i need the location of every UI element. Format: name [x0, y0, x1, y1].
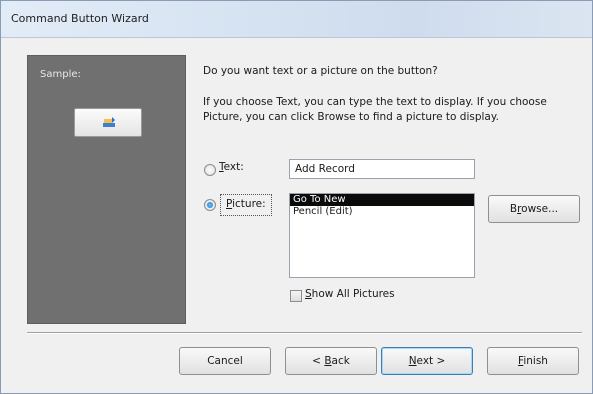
footer-divider — [27, 332, 582, 334]
finish-button[interactable]: Finish — [487, 347, 579, 375]
title-bar: Command Button Wizard — [1, 1, 592, 38]
picture-radio-button[interactable] — [204, 199, 216, 211]
browse-button[interactable]: Browse... — [488, 195, 580, 223]
finish-label-post: inish — [523, 355, 548, 367]
show-all-label-rest: how All Pictures — [311, 288, 395, 300]
browse-label-pre: B — [509, 203, 518, 215]
back-mnemonic: B — [324, 355, 332, 367]
cancel-button[interactable]: Cancel — [179, 347, 271, 375]
picture-option-label-rest: icture: — [232, 198, 266, 210]
button-text-input[interactable]: Add Record — [289, 159, 475, 179]
show-all-pictures-checkbox[interactable] — [290, 290, 302, 302]
sample-button-preview — [74, 108, 142, 137]
back-label-post: ack — [331, 355, 350, 367]
back-button[interactable]: < Back — [285, 347, 377, 375]
sample-panel: Sample: — [27, 55, 186, 324]
window-title: Command Button Wizard — [11, 12, 149, 25]
show-all-pictures-label[interactable]: Show All Pictures — [305, 288, 395, 300]
sample-label: Sample: — [40, 69, 81, 80]
browse-label-post: owse... — [521, 203, 559, 215]
go-to-new-record-icon — [103, 117, 115, 127]
prompt-question: Do you want text or a picture on the but… — [203, 65, 438, 77]
list-item[interactable]: Go To New — [290, 194, 474, 206]
show-all-mnemonic: S — [305, 288, 312, 300]
command-button-wizard-window: Command Button Wizard Sample: Do you wan… — [0, 0, 593, 394]
back-label-pre: < — [312, 355, 325, 367]
pictures-listbox[interactable]: Go To New Pencil (Edit) — [289, 193, 475, 278]
next-mnemonic: N — [408, 355, 417, 367]
text-option-label-rest: ext: — [223, 161, 244, 173]
text-option-label[interactable]: Text: — [219, 161, 244, 173]
list-item[interactable]: Pencil (Edit) — [290, 206, 474, 218]
picture-option-label[interactable]: Picture: — [220, 194, 272, 216]
next-label-post: ext > — [416, 355, 446, 367]
text-radio-button[interactable] — [204, 164, 216, 176]
prompt-explanation: If you choose Text, you can type the tex… — [203, 96, 547, 123]
next-button[interactable]: Next > — [381, 347, 473, 375]
